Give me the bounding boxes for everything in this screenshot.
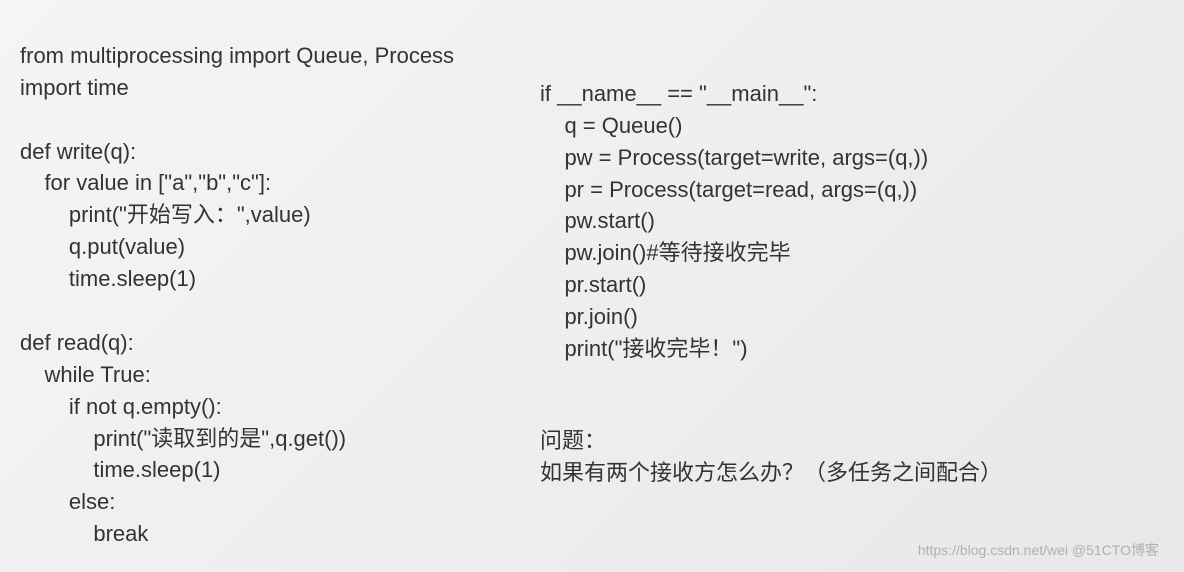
code-line: def write(q): [20,139,136,164]
code-line: pr.join() [540,304,638,329]
code-line: import time [20,75,129,100]
code-line: break [20,521,148,546]
code-line: print("接收完毕！") [540,336,748,361]
code-line: def read(q): [20,330,134,355]
right-code-column: if __name__ == "__main__": q = Queue() p… [540,8,1164,564]
code-line: print("开始写入：",value) [20,202,311,227]
code-line: else: [20,489,115,514]
code-line: from multiprocessing import Queue, Proce… [20,43,454,68]
code-line: time.sleep(1) [20,266,196,291]
code-line: pw = Process(target=write, args=(q,)) [540,145,928,170]
code-line: pw.start() [540,208,655,233]
code-line: q.put(value) [20,234,185,259]
code-line: pr = Process(target=read, args=(q,)) [540,177,917,202]
slide-container: from multiprocessing import Queue, Proce… [0,0,1184,572]
code-line: pw.join()#等待接收完毕 [540,240,791,265]
code-line: if not q.empty(): [20,394,222,419]
watermark-text: https://blog.csdn.net/wei @51CTO博客 [918,540,1159,560]
code-line: for value in ["a","b","c"]: [20,170,271,195]
question-body: 如果有两个接收方怎么办？（多任务之间配合） [540,460,1002,485]
question-block: 问题： 如果有两个接收方怎么办？（多任务之间配合） [540,425,1164,489]
code-line: print("读取到的是",q.get()) [20,426,346,451]
code-line: while True: [20,362,151,387]
code-line: if __name__ == "__main__": [540,81,817,106]
left-code-column: from multiprocessing import Queue, Proce… [20,8,540,564]
code-line: pr.start() [540,272,646,297]
question-title: 问题： [540,428,606,453]
code-line: time.sleep(1) [20,457,221,482]
code-line: q = Queue() [540,113,682,138]
